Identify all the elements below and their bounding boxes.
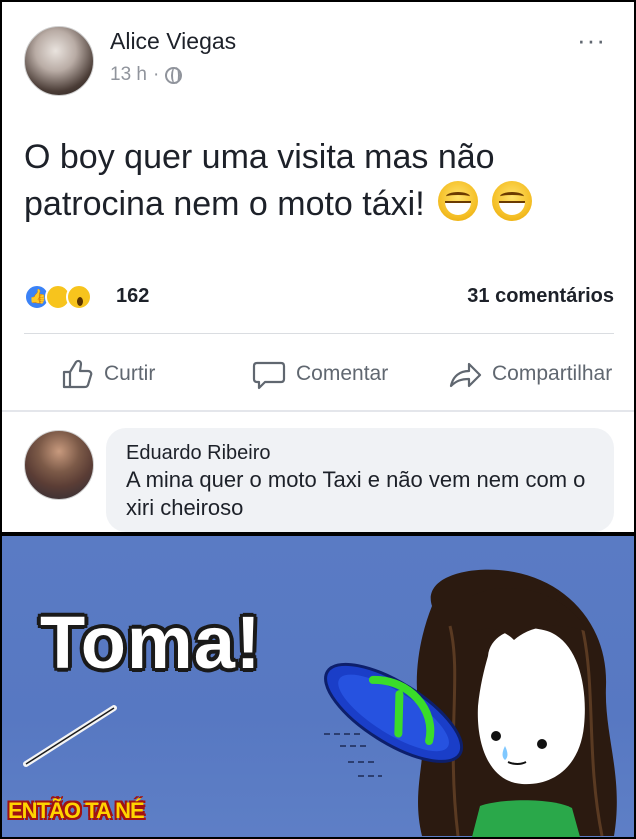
post-body: O boy quer uma visita mas não patrocina … bbox=[24, 138, 495, 223]
comment-button[interactable]: Comentar bbox=[252, 354, 388, 394]
comment-item: Eduardo Ribeiro A mina quer o moto Taxi … bbox=[24, 428, 616, 532]
character-shirt bbox=[472, 800, 580, 837]
meta-separator: · bbox=[152, 64, 160, 85]
like-label: Curtir bbox=[104, 362, 156, 385]
more-options-icon[interactable]: ··· bbox=[577, 27, 606, 53]
author-avatar[interactable] bbox=[24, 26, 94, 96]
character-face bbox=[477, 628, 585, 785]
facebook-post-card: Alice Viegas 13 h · ··· O boy quer uma v… bbox=[2, 2, 634, 532]
author-name[interactable]: Alice Viegas bbox=[110, 28, 236, 55]
comment-bubble: Eduardo Ribeiro A mina quer o moto Taxi … bbox=[106, 428, 614, 532]
comment-text: A mina quer o moto Taxi e não vem nem co… bbox=[126, 467, 586, 520]
wind-lines bbox=[324, 733, 382, 777]
like-button[interactable]: Curtir bbox=[60, 354, 155, 394]
post-actions: Curtir Comentar Compartilhar bbox=[24, 354, 614, 394]
speech-bubble-icon bbox=[252, 361, 286, 390]
post-meta: 13 h · bbox=[110, 64, 183, 86]
comment-count-link[interactable]: 31 comentários bbox=[467, 285, 614, 308]
post-header: Alice Viegas 13 h · ··· bbox=[24, 26, 614, 98]
laughing-emoji-icon bbox=[491, 181, 532, 221]
post-time[interactable]: 13 h bbox=[110, 64, 147, 86]
reaction-count[interactable]: 162 bbox=[116, 285, 149, 308]
share-label: Compartilhar bbox=[492, 362, 613, 385]
thumbs-up-icon bbox=[62, 359, 93, 389]
divider bbox=[24, 333, 614, 334]
reactions-summary: 162 31 comentários bbox=[24, 282, 614, 312]
watermark-logo: ENTÃO TA NÉ bbox=[8, 798, 145, 823]
commenter-avatar[interactable] bbox=[24, 430, 94, 500]
meme-drawing bbox=[23, 569, 617, 837]
character-eye bbox=[537, 739, 547, 749]
globe-icon bbox=[165, 66, 183, 84]
section-separator bbox=[2, 410, 634, 412]
character-eye bbox=[491, 731, 501, 741]
meme-image: Toma! ENTÃO TA NÉ bbox=[2, 536, 634, 837]
share-arrow-icon bbox=[449, 362, 482, 388]
commenter-name[interactable]: Eduardo Ribeiro bbox=[126, 440, 594, 466]
laughing-emoji-icon bbox=[438, 181, 479, 221]
share-button[interactable]: Compartilhar bbox=[448, 354, 612, 394]
post-text: O boy quer uma visita mas não patrocina … bbox=[24, 134, 614, 228]
wow-reaction-icon bbox=[66, 284, 92, 310]
reaction-icons[interactable] bbox=[24, 284, 92, 310]
comment-label: Comentar bbox=[296, 362, 389, 385]
